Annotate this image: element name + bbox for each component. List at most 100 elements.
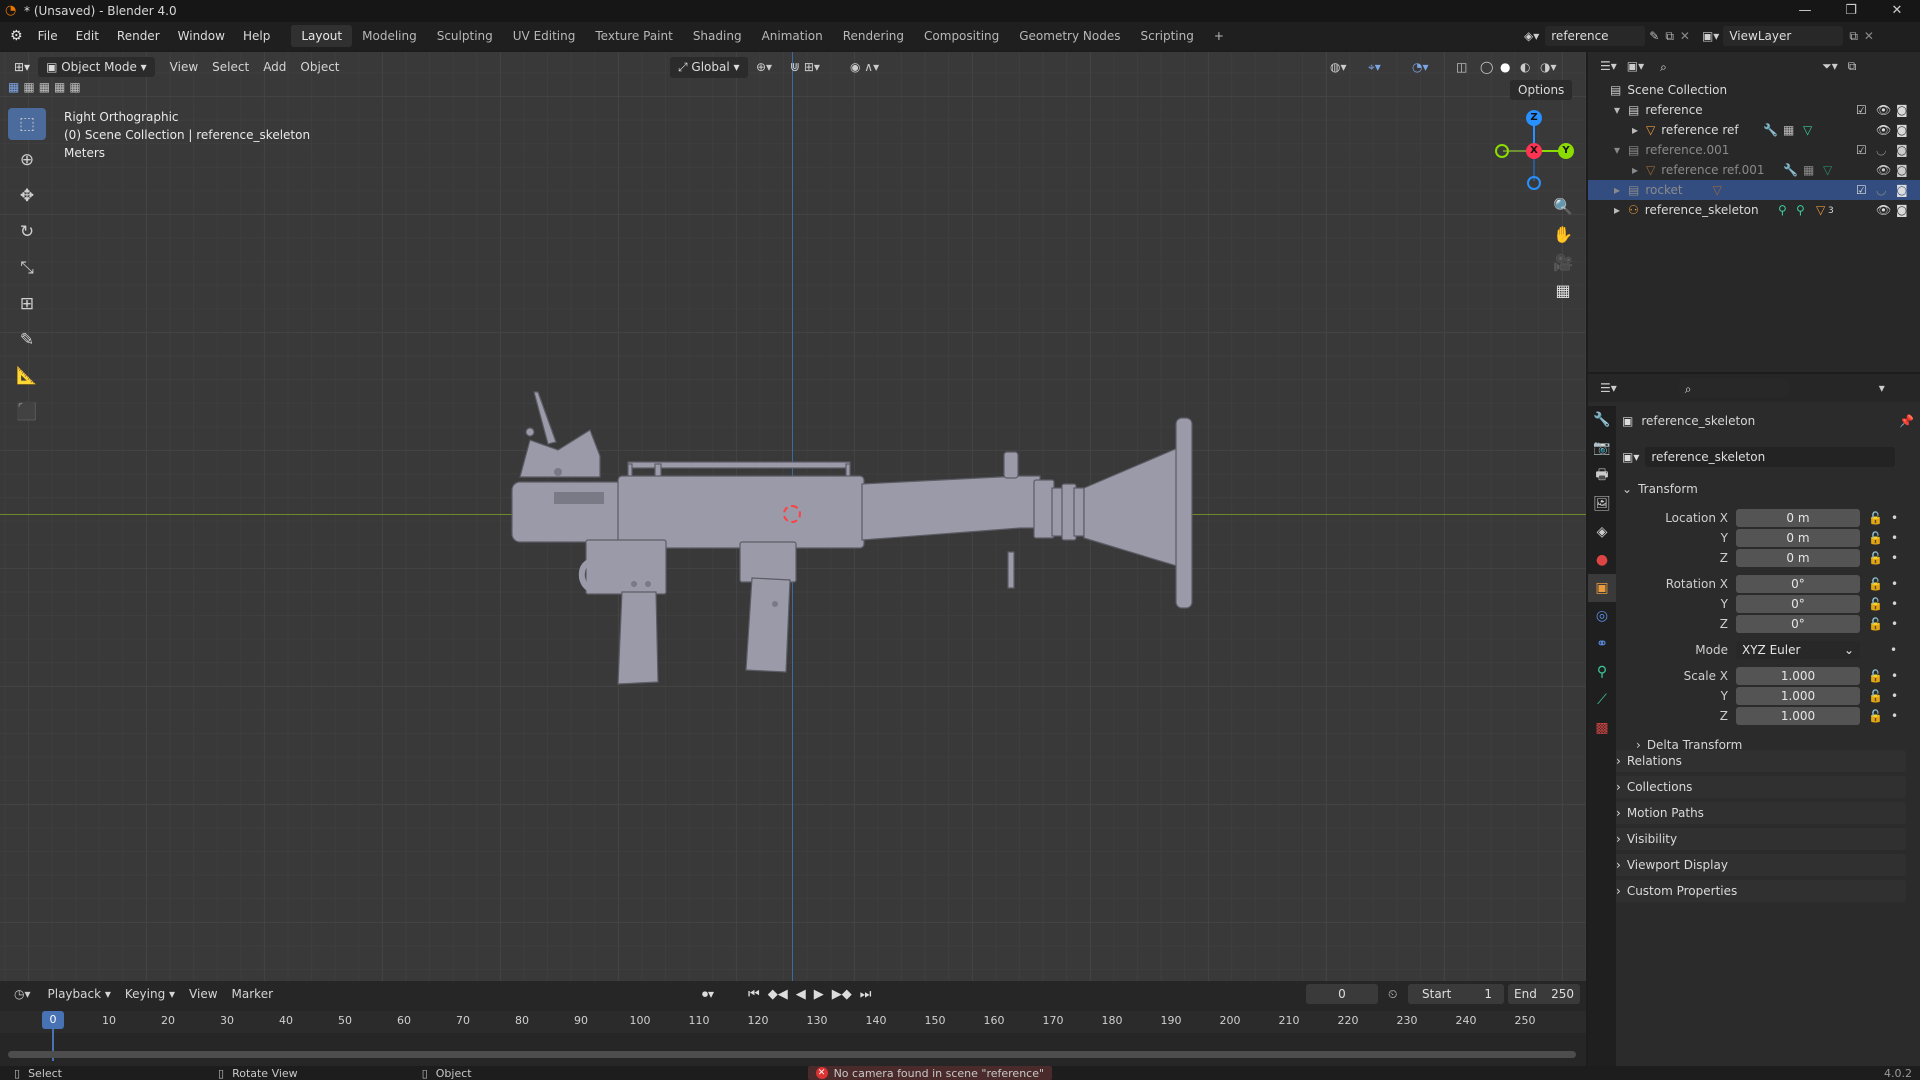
eye-closed-icon[interactable]: ◡ xyxy=(1876,143,1886,157)
select-new-icon[interactable]: ▦ xyxy=(8,80,19,94)
keyframe-dot[interactable]: • xyxy=(1891,709,1898,723)
include-checkbox[interactable]: ☑ xyxy=(1856,143,1867,157)
viewlayer-icon[interactable]: ▣▾ xyxy=(1702,29,1719,43)
camera-render-icon[interactable]: ◙ xyxy=(1896,123,1908,137)
snap-icon[interactable]: ⋓ ⊞▾ xyxy=(790,60,820,74)
pivot-icon[interactable]: ⊕▾ xyxy=(756,60,772,74)
lock-icon[interactable]: 🔓 xyxy=(1868,617,1883,631)
navigation-gizmo[interactable]: Z X Y xyxy=(1490,104,1580,194)
transform-orientation[interactable]: ⤢ Global ▾ xyxy=(670,56,748,78)
camera-render-icon[interactable]: ◙ xyxy=(1896,143,1908,157)
options-button[interactable]: Options xyxy=(1510,80,1573,100)
wireframe-shading-icon[interactable]: ◯ xyxy=(1480,60,1493,74)
select-invert-icon[interactable]: ▦ xyxy=(54,80,65,94)
lock-icon[interactable]: 🔓 xyxy=(1868,531,1883,545)
outliner-row-reference-001[interactable]: ▾ ▤ reference.001 ☑ ◡ ◙ xyxy=(1588,140,1920,160)
menu-select[interactable]: Select xyxy=(205,57,256,77)
viewlayer-name-field[interactable]: ViewLayer xyxy=(1723,26,1844,46)
display-mode-icon[interactable]: ▣▾ xyxy=(1627,59,1644,73)
keyframe-dot[interactable]: • xyxy=(1891,531,1898,545)
timeline-scrollbar[interactable] xyxy=(8,1051,1576,1058)
material-shading-icon[interactable]: ◐ xyxy=(1520,60,1530,74)
tab-sculpting[interactable]: Sculpting xyxy=(427,25,503,47)
filter-icon[interactable]: ⏷▾ xyxy=(1822,59,1838,74)
mode-selector[interactable]: ▣ Object Mode ▾ xyxy=(38,57,155,77)
eye-closed-icon[interactable]: ◡ xyxy=(1876,183,1886,197)
scene-name-field[interactable]: reference xyxy=(1545,26,1646,46)
tab-layout[interactable]: Layout xyxy=(291,25,353,47)
measure-tool-icon[interactable]: 📐 xyxy=(8,360,46,392)
scene-icon[interactable]: ◈▾ xyxy=(1524,29,1539,43)
select-subtract-icon[interactable]: ▦ xyxy=(39,80,50,94)
expand-arrow-icon[interactable]: ▾ xyxy=(1614,103,1620,117)
expand-arrow-icon[interactable]: ▸ xyxy=(1614,183,1620,197)
end-frame-field[interactable]: End 250 xyxy=(1508,984,1580,1004)
jump-start-icon[interactable]: ⏮ xyxy=(748,987,760,1002)
outliner-row-reference[interactable]: ▾ ▤ reference ☑ 👁 ◙ xyxy=(1588,100,1920,120)
add-workspace-button[interactable]: + xyxy=(1204,25,1234,47)
pin-icon[interactable]: 📌 xyxy=(1899,414,1914,428)
menu-window[interactable]: Window xyxy=(169,29,234,43)
keyframe-dot[interactable]: • xyxy=(1891,511,1898,525)
include-checkbox[interactable]: ☑ xyxy=(1856,183,1867,197)
world-tab-icon[interactable]: ● xyxy=(1588,546,1616,574)
maximize-button[interactable]: ❐ xyxy=(1828,0,1874,22)
play-icon[interactable]: ▶ xyxy=(814,987,824,1002)
editor-type-icon[interactable]: ⊞▾ xyxy=(14,60,30,74)
viewport-display-panel[interactable]: › Viewport Display xyxy=(1608,854,1906,876)
camera-view-icon[interactable]: 🎥 xyxy=(1548,248,1578,276)
outliner-row-scene-collection[interactable]: ▤ Scene Collection xyxy=(1588,80,1920,100)
new-viewlayer-icon[interactable]: ⧉ xyxy=(1849,29,1858,44)
expand-arrow-icon[interactable]: ▾ xyxy=(1614,143,1620,157)
frame-ruler[interactable]: 0 10 20 30 40 50 60 70 80 90 100 110 120 130 140 150 160… xyxy=(0,1011,1586,1033)
keyframe-dot[interactable]: • xyxy=(1891,597,1898,611)
menu-edit[interactable]: Edit xyxy=(67,29,108,43)
gizmo-z-axis[interactable]: Z xyxy=(1526,110,1542,126)
location-x-field[interactable]: 0 m xyxy=(1736,509,1860,527)
bone-tab-icon[interactable]: ⟋ xyxy=(1588,686,1616,714)
lock-icon[interactable]: 🔓 xyxy=(1868,511,1883,525)
select-intersect-icon[interactable]: ▦ xyxy=(69,80,80,94)
delete-scene-icon[interactable]: ✕ xyxy=(1680,29,1690,43)
scale-x-field[interactable]: 1.000 xyxy=(1736,667,1860,685)
timeline-menu-keying[interactable]: Keying ▾ xyxy=(118,984,182,1004)
gizmo-neg-z[interactable] xyxy=(1527,176,1541,190)
relations-panel[interactable]: › Relations xyxy=(1608,750,1906,772)
eye-icon[interactable]: 👁 xyxy=(1876,203,1891,217)
physics-tab-icon[interactable]: ◎ xyxy=(1588,602,1616,630)
motion-paths-panel[interactable]: › Motion Paths xyxy=(1608,802,1906,824)
overlay-toggle-icon[interactable]: ◔▾ xyxy=(1412,60,1429,74)
rocket-launcher-mesh[interactable] xyxy=(500,352,1220,702)
menu-object[interactable]: Object xyxy=(293,57,346,77)
pin-icon[interactable]: ✎ xyxy=(1649,29,1659,43)
cursor-tool-icon[interactable]: ⊕ xyxy=(8,144,46,176)
rotation-mode-select[interactable]: XYZ Euler ⌄ xyxy=(1736,641,1860,659)
lock-icon[interactable]: 🔓 xyxy=(1868,689,1883,703)
lock-icon[interactable]: 🔓 xyxy=(1868,551,1883,565)
tab-scripting[interactable]: Scripting xyxy=(1130,25,1203,47)
object-name-field[interactable]: reference_skeleton xyxy=(1645,447,1896,467)
constraints-tab-icon[interactable]: ⚭ xyxy=(1588,630,1616,658)
render-tab-icon[interactable]: 📷 xyxy=(1588,434,1616,462)
keyframe-dot[interactable]: • xyxy=(1891,577,1898,591)
custom-properties-panel[interactable]: › Custom Properties xyxy=(1608,880,1906,902)
keyframe-dot[interactable]: • xyxy=(1891,669,1898,683)
visibility-panel[interactable]: › Visibility xyxy=(1608,828,1906,850)
scale-z-field[interactable]: 1.000 xyxy=(1736,707,1860,725)
timeline-menu-view[interactable]: View xyxy=(182,984,224,1004)
lock-icon[interactable]: 🔓 xyxy=(1868,709,1883,723)
menu-file[interactable]: File xyxy=(29,29,67,43)
gizmo-x-axis[interactable]: X xyxy=(1526,143,1542,159)
move-tool-icon[interactable]: ✥ xyxy=(8,180,46,212)
gizmo-y-axis[interactable]: Y xyxy=(1558,143,1574,159)
camera-render-icon[interactable]: ◙ xyxy=(1896,163,1908,177)
play-reverse-icon[interactable]: ◀ xyxy=(796,987,806,1002)
outliner-search-input[interactable]: ⌕ xyxy=(1654,57,1765,75)
tab-animation[interactable]: Animation xyxy=(752,25,833,47)
collections-panel[interactable]: › Collections xyxy=(1608,776,1906,798)
ortho-grid-icon[interactable]: ▦ xyxy=(1548,276,1578,304)
visibility-icon[interactable]: ◍▾ xyxy=(1330,60,1347,74)
gizmo-toggle-icon[interactable]: ⌖▾ xyxy=(1368,60,1381,75)
blender-menu-icon[interactable]: ⚙ xyxy=(10,28,23,44)
rotation-y-field[interactable]: 0° xyxy=(1736,595,1860,613)
